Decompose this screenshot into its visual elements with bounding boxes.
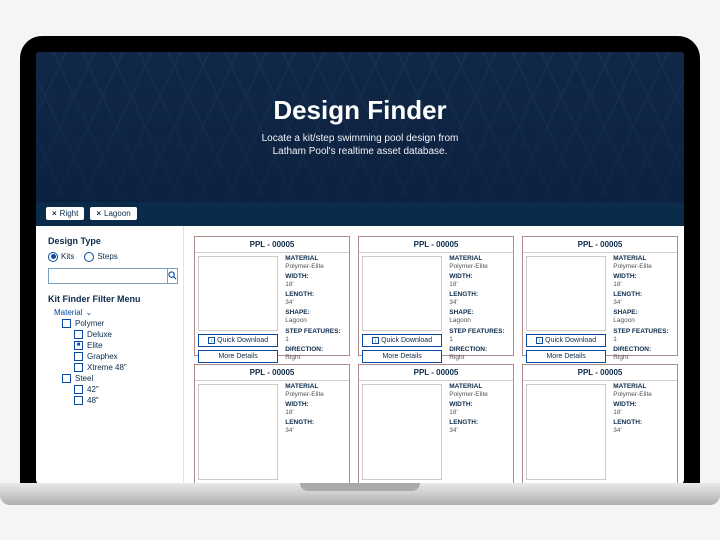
card-specs: MATERIALPolymer-Elite WIDTH:18' LENGTH:3… (281, 381, 349, 483)
checkbox-polymer[interactable]: Polymer (62, 319, 175, 328)
result-card: PPL - 00005 MATERIALPolymer-Elite WIDTH:… (194, 364, 350, 484)
checkbox-label: 48" (87, 396, 99, 405)
checkbox-48[interactable]: 48" (74, 396, 175, 405)
filter-sidebar: Design Type Kits Steps (36, 226, 184, 484)
quick-download-button[interactable]: Quick Download (198, 334, 278, 347)
result-card: PPL - 00005 Quick Download More Details … (358, 236, 514, 356)
checkbox-label: Elite (87, 341, 103, 350)
result-card: PPL - 00005 MATERIALPolymer-Elite WIDTH:… (358, 364, 514, 484)
card-title: PPL - 00005 (523, 237, 677, 253)
card-title: PPL - 00005 (359, 365, 513, 381)
result-card: PPL - 00005 Quick Download More Details … (194, 236, 350, 356)
active-filters-bar: × Right × Lagoon (36, 202, 684, 226)
card-title: PPL - 00005 (195, 365, 349, 381)
radio-kits[interactable]: Kits (48, 252, 74, 262)
design-thumbnail[interactable] (526, 384, 606, 480)
radio-icon (48, 252, 58, 262)
card-title: PPL - 00005 (523, 365, 677, 381)
checkbox-label: 42" (87, 385, 99, 394)
design-thumbnail[interactable] (198, 256, 278, 332)
page-subtitle: Locate a kit/step swimming pool design f… (262, 132, 459, 158)
design-thumbnail[interactable] (526, 256, 606, 332)
checkbox-label: Xtreme 48" (87, 363, 127, 372)
filter-menu-heading: Kit Finder Filter Menu (48, 294, 175, 304)
checkbox-label: Polymer (75, 319, 104, 328)
result-card: PPL - 00005 MATERIALPolymer-Elite WIDTH:… (522, 364, 678, 484)
checkbox-xtreme[interactable]: Xtreme 48" (74, 363, 175, 372)
filter-tag-label: Lagoon (104, 209, 131, 218)
radio-label: Steps (97, 252, 117, 261)
search-field[interactable] (48, 268, 175, 284)
quick-download-button[interactable]: Quick Download (362, 334, 442, 347)
page-title: Design Finder (273, 95, 446, 126)
download-icon (208, 337, 215, 344)
radio-icon (84, 252, 94, 262)
download-icon (372, 337, 379, 344)
filter-tag-label: Right (60, 209, 79, 218)
card-specs: MATERIALPolymer-Elite WIDTH:18' LENGTH:3… (445, 253, 513, 367)
radio-label: Kits (61, 252, 74, 261)
results-grid: PPL - 00005 Quick Download More Details … (184, 226, 684, 484)
filter-tag-right[interactable]: × Right (46, 207, 84, 220)
filter-section-material[interactable]: Material ⌄ (54, 308, 175, 317)
filter-tag-lagoon[interactable]: × Lagoon (90, 207, 136, 220)
search-icon (168, 271, 177, 280)
card-specs: MATERIALPolymer-Elite WIDTH:18' LENGTH:3… (609, 381, 677, 483)
radio-steps[interactable]: Steps (84, 252, 117, 262)
close-icon[interactable]: × (96, 209, 101, 218)
checkbox-elite[interactable]: Elite (74, 341, 175, 350)
checkbox-steel[interactable]: Steel (62, 374, 175, 383)
close-icon[interactable]: × (52, 209, 57, 218)
download-icon (536, 337, 543, 344)
hero-banner: Design Finder Locate a kit/step swimming… (36, 52, 684, 202)
design-thumbnail[interactable] (362, 256, 442, 332)
card-title: PPL - 00005 (195, 237, 349, 253)
search-button[interactable] (167, 268, 178, 284)
more-details-button[interactable]: More Details (362, 350, 442, 363)
more-details-button[interactable]: More Details (198, 350, 278, 363)
search-input[interactable] (48, 268, 167, 284)
checkbox-deluxe[interactable]: Deluxe (74, 330, 175, 339)
card-title: PPL - 00005 (359, 237, 513, 253)
filter-section-label: Material (54, 308, 82, 317)
checkbox-42[interactable]: 42" (74, 385, 175, 394)
more-details-button[interactable]: More Details (526, 350, 606, 363)
design-type-heading: Design Type (48, 236, 175, 246)
card-specs: MATERIALPolymer-Elite WIDTH:18' LENGTH:3… (445, 381, 513, 483)
checkbox-label: Steel (75, 374, 93, 383)
checkbox-label: Deluxe (87, 330, 112, 339)
quick-download-button[interactable]: Quick Download (526, 334, 606, 347)
chevron-down-icon: ⌄ (85, 308, 92, 317)
design-thumbnail[interactable] (198, 384, 278, 480)
checkbox-graphex[interactable]: Graphex (74, 352, 175, 361)
card-specs: MATERIALPolymer-Elite WIDTH:18' LENGTH:3… (609, 253, 677, 367)
laptop-frame-base (0, 483, 720, 505)
card-specs: MATERIALPolymer-Elite WIDTH:18' LENGTH:3… (281, 253, 349, 367)
checkbox-label: Graphex (87, 352, 118, 361)
result-card: PPL - 00005 Quick Download More Details … (522, 236, 678, 356)
design-thumbnail[interactable] (362, 384, 442, 480)
